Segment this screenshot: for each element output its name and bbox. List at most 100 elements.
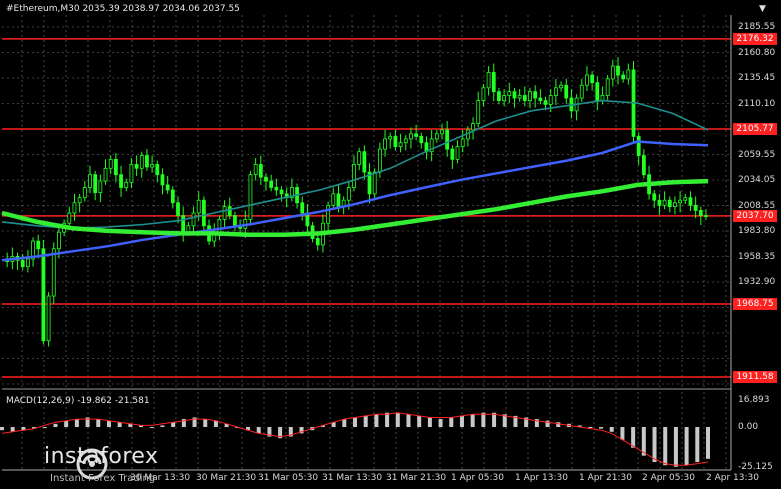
candle-body bbox=[564, 84, 569, 99]
candle-body bbox=[683, 197, 688, 201]
candle-body bbox=[393, 135, 398, 147]
macd-bar bbox=[427, 417, 432, 428]
candle-body bbox=[145, 155, 149, 168]
macd-bar bbox=[149, 427, 154, 429]
macd-bar bbox=[406, 414, 411, 428]
level-lines bbox=[2, 38, 731, 378]
price-label: 2034.05 bbox=[738, 175, 776, 185]
macd-bar bbox=[385, 412, 390, 428]
candle-body bbox=[336, 193, 341, 208]
candle-body bbox=[481, 87, 486, 101]
macd-bar bbox=[652, 427, 657, 463]
candle-body bbox=[108, 158, 113, 169]
candle-body bbox=[217, 218, 222, 233]
macd-bar bbox=[64, 420, 69, 428]
candle-body bbox=[248, 174, 253, 220]
candle-body bbox=[616, 65, 620, 76]
macd-label: -25.125 bbox=[738, 462, 773, 472]
candle-body bbox=[124, 181, 129, 188]
candle-body bbox=[233, 215, 237, 227]
macd-bar bbox=[96, 419, 101, 428]
candle-body bbox=[274, 187, 279, 191]
brand-tagline: Instant Forex Trading bbox=[50, 473, 156, 484]
candle-body bbox=[113, 158, 118, 176]
candle-body bbox=[160, 174, 165, 186]
candle-body bbox=[610, 65, 615, 80]
candle-body bbox=[626, 69, 631, 80]
candle-body bbox=[103, 167, 108, 182]
candle-body bbox=[693, 204, 698, 211]
time-label: 31 Mar 21:30 bbox=[386, 473, 447, 483]
candle-body bbox=[46, 295, 51, 342]
candle-body bbox=[196, 199, 201, 214]
macd-bar bbox=[620, 427, 625, 440]
macd-bar bbox=[695, 427, 700, 463]
macd-bar bbox=[203, 419, 208, 428]
candle-body bbox=[269, 180, 274, 188]
candle-body bbox=[25, 258, 30, 268]
candle-body bbox=[512, 91, 517, 99]
chart-menu-icon[interactable]: ▼ bbox=[759, 4, 766, 14]
price-chart[interactable] bbox=[0, 0, 781, 489]
candle-body bbox=[383, 138, 387, 150]
time-label: 1 Apr 13:30 bbox=[515, 473, 568, 483]
candle-body bbox=[170, 189, 175, 204]
candle-body bbox=[704, 215, 708, 217]
macd-bar bbox=[684, 427, 689, 466]
macd-bar bbox=[449, 417, 454, 428]
candle-body bbox=[357, 151, 362, 165]
candle-body bbox=[528, 91, 532, 101]
macd-bar bbox=[663, 427, 668, 466]
level-price-tag: 2176.32 bbox=[733, 32, 777, 45]
candle-body bbox=[331, 193, 336, 206]
candle-body bbox=[652, 193, 657, 201]
candle-body bbox=[93, 174, 98, 193]
macd-bar bbox=[470, 414, 475, 428]
candle-body bbox=[279, 189, 284, 195]
macd-bar bbox=[631, 427, 636, 448]
candle-body bbox=[491, 72, 496, 93]
candle-body bbox=[688, 197, 693, 206]
candle-body bbox=[471, 123, 475, 131]
candle-body bbox=[155, 164, 160, 176]
macd-bar bbox=[160, 425, 165, 428]
macd-bar bbox=[53, 423, 58, 428]
macd-bar bbox=[106, 420, 111, 428]
candle-body bbox=[20, 259, 25, 268]
brand-name: instaforex bbox=[44, 444, 159, 469]
candle-body bbox=[600, 95, 605, 101]
candle-body bbox=[51, 248, 56, 297]
candle-body bbox=[98, 180, 103, 193]
candle-body bbox=[460, 138, 465, 147]
candle-body bbox=[398, 142, 403, 147]
candle-body bbox=[579, 84, 584, 99]
candle-body bbox=[641, 155, 646, 176]
macd-bar bbox=[609, 427, 614, 432]
candle-body bbox=[377, 148, 382, 173]
macd-bar bbox=[363, 415, 368, 428]
macd-bar bbox=[395, 412, 400, 428]
price-label: 2185.55 bbox=[738, 22, 776, 32]
price-label: 2110.10 bbox=[738, 98, 776, 109]
macd-label: 16.893 bbox=[738, 395, 770, 406]
candle-body bbox=[559, 84, 563, 89]
symbol-header: #Ethereum,M30 2035.39 2038.97 2034.06 20… bbox=[6, 4, 240, 14]
candle-body bbox=[621, 74, 626, 80]
candle-body bbox=[497, 91, 501, 101]
candle-body bbox=[673, 202, 677, 208]
candle-body bbox=[181, 215, 186, 233]
candle-body bbox=[201, 199, 206, 227]
time-label: 1 Apr 05:30 bbox=[451, 473, 504, 483]
candle-body bbox=[419, 135, 424, 144]
level-price-tag: 2037.70 bbox=[733, 209, 777, 222]
candle-body bbox=[403, 138, 408, 144]
macd-bar bbox=[438, 419, 443, 428]
chart-terminal: #Ethereum,M30 2035.39 2038.97 2034.06 20… bbox=[0, 0, 781, 489]
time-label: 2 Apr 13:30 bbox=[706, 473, 759, 483]
price-label: 2135.45 bbox=[738, 73, 776, 83]
macd-bar bbox=[481, 412, 486, 428]
macd-bar bbox=[342, 419, 347, 428]
candle-body bbox=[253, 164, 258, 176]
candle-body bbox=[522, 95, 527, 101]
macd-bar bbox=[588, 427, 593, 429]
